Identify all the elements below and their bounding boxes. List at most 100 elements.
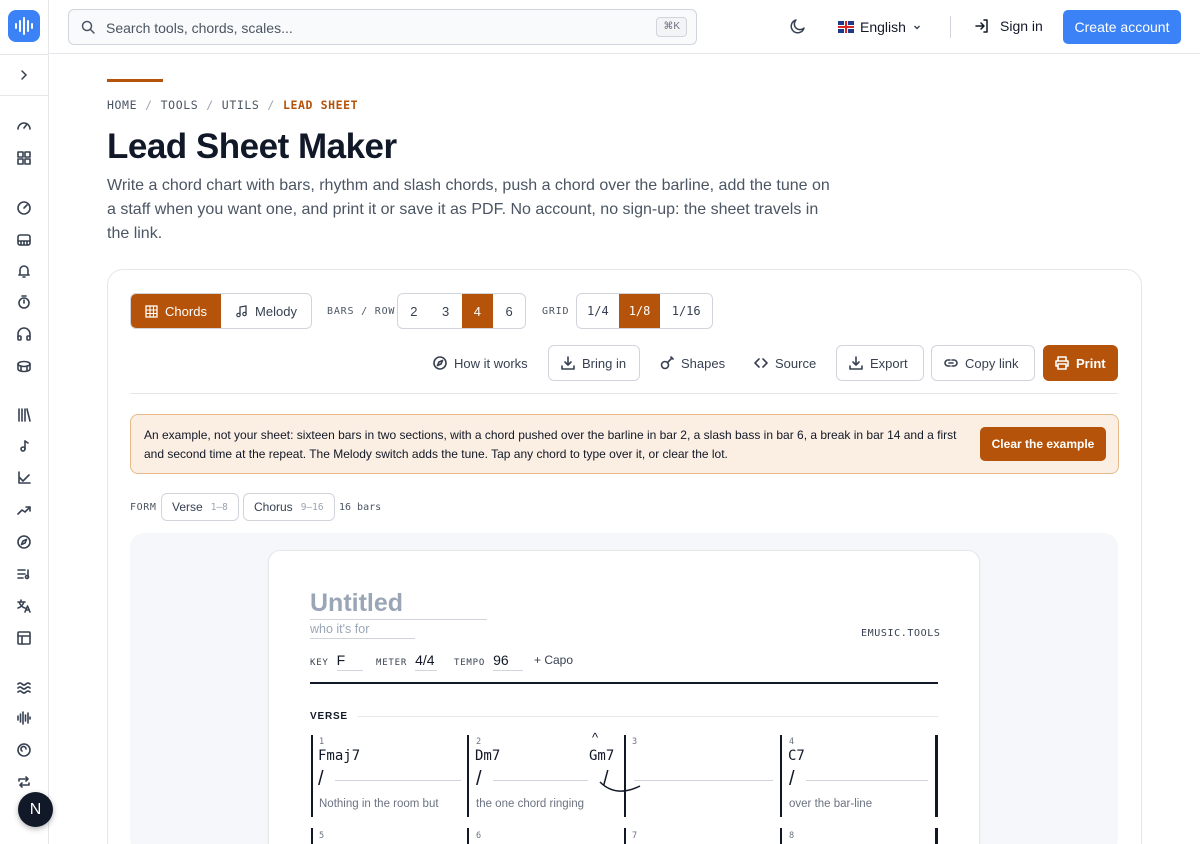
sheet-subtitle-input[interactable]: who it's for xyxy=(310,622,415,639)
waveform-logo-icon xyxy=(15,17,33,35)
create-account-button[interactable]: Create account xyxy=(1063,10,1181,44)
barline xyxy=(780,735,782,817)
bars-option-6[interactable]: 6 xyxy=(493,294,525,328)
breadcrumb-tools[interactable]: TOOLS xyxy=(161,98,199,112)
sidebar-item-ear[interactable] xyxy=(12,738,36,762)
sidebar-item-grid[interactable] xyxy=(12,146,36,170)
target-icon xyxy=(17,201,31,215)
bars-option-3[interactable]: 3 xyxy=(430,294,462,328)
example-notice: An example, not your sheet: sixteen bars… xyxy=(130,414,1119,474)
list-music-icon xyxy=(17,569,30,580)
bar-number: 5 xyxy=(319,831,325,841)
sidebar-item-list-music[interactable] xyxy=(12,562,36,586)
uk-flag-icon xyxy=(838,21,854,33)
sidebar-item-timer[interactable] xyxy=(12,290,36,314)
tempo-field[interactable]: TEMPO 96 xyxy=(454,652,523,671)
key-field[interactable]: KEY F xyxy=(310,652,364,671)
bar-number: 4 xyxy=(789,737,795,747)
sidebar: N xyxy=(0,0,53,844)
sidebar-item-dashboard[interactable] xyxy=(12,114,36,138)
lyric-text[interactable]: Nothing in the room but xyxy=(319,798,439,810)
meter-value: 4/4 xyxy=(415,652,437,671)
sidebar-item-translate[interactable] xyxy=(12,594,36,618)
print-button[interactable]: Print xyxy=(1043,345,1118,381)
source-button[interactable]: Source xyxy=(742,345,828,381)
toolbar-divider xyxy=(130,393,1118,394)
sidebar-item-compass[interactable] xyxy=(12,530,36,554)
rhythm-slash: / xyxy=(476,768,482,790)
bring-in-button[interactable]: Bring in xyxy=(548,345,640,381)
music-note-icon xyxy=(236,304,247,317)
sidebar-item-chart-axes[interactable] xyxy=(12,466,36,490)
how-it-works-button[interactable]: How it works xyxy=(421,345,540,381)
bar-number: 7 xyxy=(632,831,638,841)
export-button[interactable]: Export xyxy=(836,345,924,381)
sidebar-item-drum[interactable] xyxy=(12,354,36,378)
search-input[interactable]: Search tools, chords, scales... ⌘K xyxy=(68,9,697,45)
grid-option-eighth[interactable]: 1/8 xyxy=(618,294,661,328)
sidebar-item-repeat[interactable] xyxy=(12,770,36,794)
pushed-chord-symbol[interactable]: Gm7 xyxy=(589,748,614,764)
breadcrumb-utils[interactable]: UTILS xyxy=(222,98,260,112)
sidebar-item-headphones[interactable] xyxy=(12,322,36,346)
rhythm-slash: / xyxy=(318,768,324,790)
app-logo[interactable] xyxy=(8,10,40,42)
beat-line xyxy=(493,780,588,781)
mode-melody-button[interactable]: Melody xyxy=(221,294,311,328)
search-placeholder: Search tools, chords, scales... xyxy=(106,20,293,36)
piano-icon xyxy=(17,234,31,246)
language-selector[interactable]: English xyxy=(838,19,922,35)
brand-mark: EMUSIC.TOOLS xyxy=(861,628,941,639)
sidebar-item-music-note[interactable] xyxy=(12,434,36,458)
section-chip-name: Chorus xyxy=(254,500,293,514)
bars-option-2[interactable]: 2 xyxy=(398,294,430,328)
user-avatar[interactable]: N xyxy=(18,792,53,827)
lyric-text[interactable]: the one chord ringing xyxy=(476,798,584,810)
barline xyxy=(467,735,469,817)
mode-chords-button[interactable]: Chords xyxy=(131,294,221,328)
shapes-button[interactable]: Shapes xyxy=(648,345,737,381)
bars-option-4[interactable]: 4 xyxy=(461,294,494,328)
sidebar-item-piano[interactable] xyxy=(12,228,36,252)
sidebar-item-table[interactable] xyxy=(12,626,36,650)
sidebar-item-target[interactable] xyxy=(12,196,36,220)
moon-icon[interactable] xyxy=(789,17,807,35)
source-label: Source xyxy=(775,355,817,371)
page-title: Lead Sheet Maker xyxy=(107,127,397,166)
add-capo-button[interactable]: + Capo xyxy=(534,653,573,667)
sidebar-item-library[interactable] xyxy=(12,403,36,427)
sidebar-expand-button[interactable] xyxy=(0,54,48,96)
tempo-value: 96 xyxy=(493,652,523,671)
waves-icon xyxy=(17,682,31,694)
bar-count: 16 bars xyxy=(339,502,382,513)
section-chip-verse[interactable]: Verse 1–8 xyxy=(161,493,239,521)
section-chip-chorus[interactable]: Chorus 9–16 xyxy=(243,493,335,521)
sidebar-item-waves[interactable] xyxy=(12,675,36,699)
breadcrumb-home[interactable]: HOME xyxy=(107,98,137,112)
example-notice-text: An example, not your sheet: sixteen bars… xyxy=(144,428,957,461)
export-icon xyxy=(849,356,863,370)
clear-example-button[interactable]: Clear the example xyxy=(980,427,1106,461)
shapes-label: Shapes xyxy=(681,355,726,371)
sheet-title-input[interactable]: Untitled xyxy=(310,589,487,620)
beat-line xyxy=(335,780,461,781)
sidebar-item-trend[interactable] xyxy=(12,498,36,522)
grid-option-quarter[interactable]: 1/4 xyxy=(577,294,619,328)
key-label: KEY xyxy=(310,658,329,668)
chord-symbol[interactable]: Dm7 xyxy=(475,748,500,764)
chord-symbol[interactable]: C7 xyxy=(788,748,805,764)
chevron-down-icon xyxy=(913,25,920,30)
sidebar-item-notifications[interactable] xyxy=(12,259,36,283)
code-icon xyxy=(754,358,768,368)
beat-line xyxy=(634,780,773,781)
sign-in-label: Sign in xyxy=(1000,18,1043,34)
meter-field[interactable]: METER 4/4 xyxy=(376,652,437,671)
sign-in-button[interactable]: Sign in xyxy=(974,18,1043,34)
section-label: VERSE xyxy=(310,711,348,722)
waveform-icon xyxy=(17,711,31,725)
grid-option-sixteenth[interactable]: 1/16 xyxy=(660,294,712,328)
lyric-text[interactable]: over the bar-line xyxy=(789,798,872,810)
sidebar-item-waveform[interactable] xyxy=(12,706,36,730)
copy-link-button[interactable]: Copy link xyxy=(931,345,1035,381)
chord-symbol[interactable]: Fmaj7 xyxy=(318,748,360,764)
